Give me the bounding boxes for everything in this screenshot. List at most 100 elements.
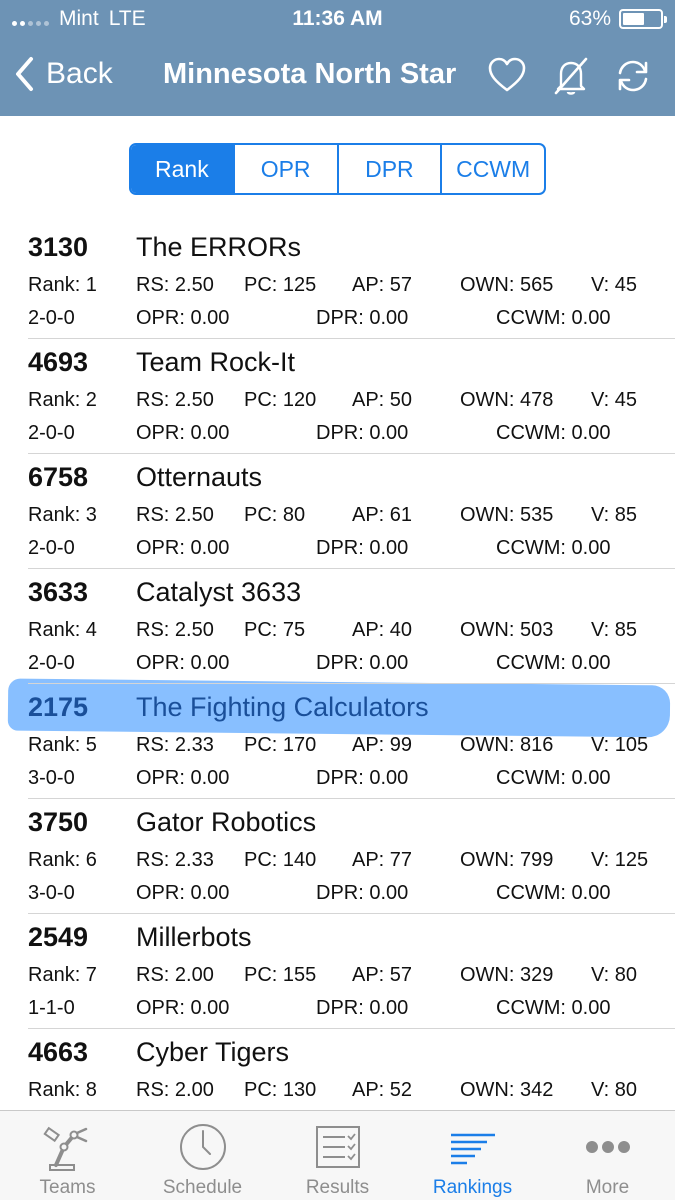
team-row[interactable]: 4663 Cyber Tigers Rank: 8 RS: 2.00 PC: 130 AP… <box>28 1029 675 1110</box>
opr-text: OPR: 0.00 <box>136 997 230 1019</box>
team-name: Team Rock-It <box>136 347 296 377</box>
team-number: 3130 <box>28 232 89 262</box>
tab-teams-label: Teams <box>39 1177 96 1198</box>
robot-arm-icon <box>42 1126 87 1171</box>
record-text: 3-0-0 <box>28 882 75 904</box>
pc-text: PC: 120 <box>244 389 317 411</box>
own-text: OWN: 565 <box>460 274 554 296</box>
rank-text: Rank: 5 <box>28 734 97 756</box>
own-text: OWN: 342 <box>460 1079 554 1101</box>
pc-text: PC: 155 <box>244 964 317 986</box>
tab-teams[interactable]: Teams <box>0 1111 135 1201</box>
team-row[interactable]: 6758 Otternauts Rank: 3 RS: 2.50 PC: 80 AP: 6… <box>28 454 675 569</box>
ccwm-text: CCWM: 0.00 <box>496 537 611 559</box>
team-row[interactable]: 2549 Millerbots Rank: 7 RS: 2.00 PC: 155 AP: … <box>28 914 675 1029</box>
ap-text: AP: 77 <box>352 849 413 871</box>
dpr-text: DPR: 0.00 <box>316 767 409 789</box>
team-name: Gator Robotics <box>136 807 317 837</box>
rs-text: RS: 2.00 <box>136 964 214 986</box>
rs-text: RS: 2.50 <box>136 504 214 526</box>
tab-schedule-label: Schedule <box>162 1177 243 1198</box>
own-text: OWN: 816 <box>460 734 554 756</box>
rs-text: RS: 2.00 <box>136 1079 214 1101</box>
rank-text: Rank: 4 <box>28 619 97 641</box>
team-number: 3633 <box>28 577 89 607</box>
ap-text: AP: 57 <box>352 274 413 296</box>
pc-text: PC: 125 <box>244 274 317 296</box>
ap-text: AP: 50 <box>352 389 413 411</box>
rankings-icon <box>450 1133 495 1165</box>
dpr-text: DPR: 0.00 <box>316 307 409 329</box>
rankings-list[interactable]: 3130 The ERRORs Rank: 1 RS: 2.50 PC: 125 AP: … <box>0 224 675 1110</box>
v-text: V: 105 <box>591 734 649 756</box>
team-row[interactable]: 3130 The ERRORs Rank: 1 RS: 2.50 PC: 125 AP: … <box>28 224 675 339</box>
record-text: 3-0-0 <box>28 767 75 789</box>
tab-rankings[interactable]: Rankings <box>405 1111 540 1201</box>
refresh-icon[interactable] <box>613 56 653 96</box>
team-row[interactable]: 3633 Catalyst 3633 Rank: 4 RS: 2.50 PC: 75 AP… <box>28 569 675 684</box>
back-label: Back <box>46 57 113 90</box>
own-text: OWN: 503 <box>460 619 554 641</box>
segment-opr[interactable]: OPR <box>235 145 339 193</box>
team-number: 2549 <box>28 922 89 952</box>
dpr-text: DPR: 0.00 <box>316 537 409 559</box>
v-text: V: 125 <box>591 849 649 871</box>
rank-text: Rank: 8 <box>28 1079 97 1101</box>
dpr-text: DPR: 0.00 <box>316 422 409 444</box>
pc-text: PC: 80 <box>244 504 306 526</box>
notifications-off-icon[interactable] <box>551 56 591 96</box>
team-number: 4693 <box>28 347 89 377</box>
v-text: V: 80 <box>591 1079 637 1101</box>
ap-text: AP: 57 <box>352 964 413 986</box>
opr-text: OPR: 0.00 <box>136 652 230 674</box>
rank-text: Rank: 6 <box>28 849 97 871</box>
ccwm-text: CCWM: 0.00 <box>496 652 611 674</box>
segment-dpr[interactable]: DPR <box>339 145 443 193</box>
own-text: OWN: 799 <box>460 849 554 871</box>
team-number: 3750 <box>28 807 89 837</box>
dpr-text: DPR: 0.00 <box>316 652 409 674</box>
opr-text: OPR: 0.00 <box>136 537 230 559</box>
tab-bar: Teams Schedule Results Rankings More <box>0 1110 675 1200</box>
record-text: 2-0-0 <box>28 422 75 444</box>
ccwm-text: CCWM: 0.00 <box>496 882 611 904</box>
ccwm-text: CCWM: 0.00 <box>496 422 611 444</box>
tab-schedule[interactable]: Schedule <box>135 1111 270 1201</box>
back-button[interactable]: Back <box>14 56 113 92</box>
ap-text: AP: 61 <box>352 504 413 526</box>
team-row[interactable]: 2175 The Fighting Calculators Rank: 5 RS: 2… <box>28 684 675 799</box>
segment-rank[interactable]: Rank <box>131 145 235 193</box>
rs-text: RS: 2.50 <box>136 274 214 296</box>
tab-results[interactable]: Results <box>270 1111 405 1201</box>
dpr-text: DPR: 0.00 <box>316 882 409 904</box>
v-text: V: 85 <box>591 619 637 641</box>
opr-text: OPR: 0.00 <box>136 422 230 444</box>
ccwm-text: CCWM: 0.00 <box>496 767 611 789</box>
team-name: The Fighting Calculators <box>136 692 429 722</box>
team-number: 4663 <box>28 1037 89 1067</box>
clock-icon <box>179 1124 226 1170</box>
team-name: Millerbots <box>136 922 252 952</box>
pc-text: PC: 140 <box>244 849 317 871</box>
team-row[interactable]: 4693 Team Rock-It Rank: 2 RS: 2.50 PC: 120 AP… <box>28 339 675 454</box>
own-text: OWN: 478 <box>460 389 554 411</box>
team-name: Otternauts <box>136 462 263 492</box>
pc-text: PC: 75 <box>244 619 306 641</box>
rs-text: RS: 2.50 <box>136 619 214 641</box>
v-text: V: 80 <box>591 964 637 986</box>
team-row[interactable]: 3750 Gator Robotics Rank: 6 RS: 2.33 PC: 140… <box>28 799 675 914</box>
favorite-heart-icon[interactable] <box>487 56 527 96</box>
ap-text: AP: 40 <box>352 619 413 641</box>
ranking-segmented-control: Rank OPR DPR CCWM <box>129 143 546 195</box>
tab-more[interactable]: More <box>540 1111 675 1201</box>
own-text: OWN: 535 <box>460 504 554 526</box>
rs-text: RS: 2.33 <box>136 734 214 756</box>
tab-results-label: Results <box>305 1177 370 1198</box>
opr-text: OPR: 0.00 <box>136 767 230 789</box>
rank-text: Rank: 1 <box>28 274 97 296</box>
record-text: 1-1-0 <box>28 997 75 1019</box>
segment-ccwm[interactable]: CCWM <box>442 145 544 193</box>
v-text: V: 45 <box>591 274 637 296</box>
team-number: 6758 <box>28 462 89 492</box>
page-title: Minnesota North Star <box>163 58 457 90</box>
